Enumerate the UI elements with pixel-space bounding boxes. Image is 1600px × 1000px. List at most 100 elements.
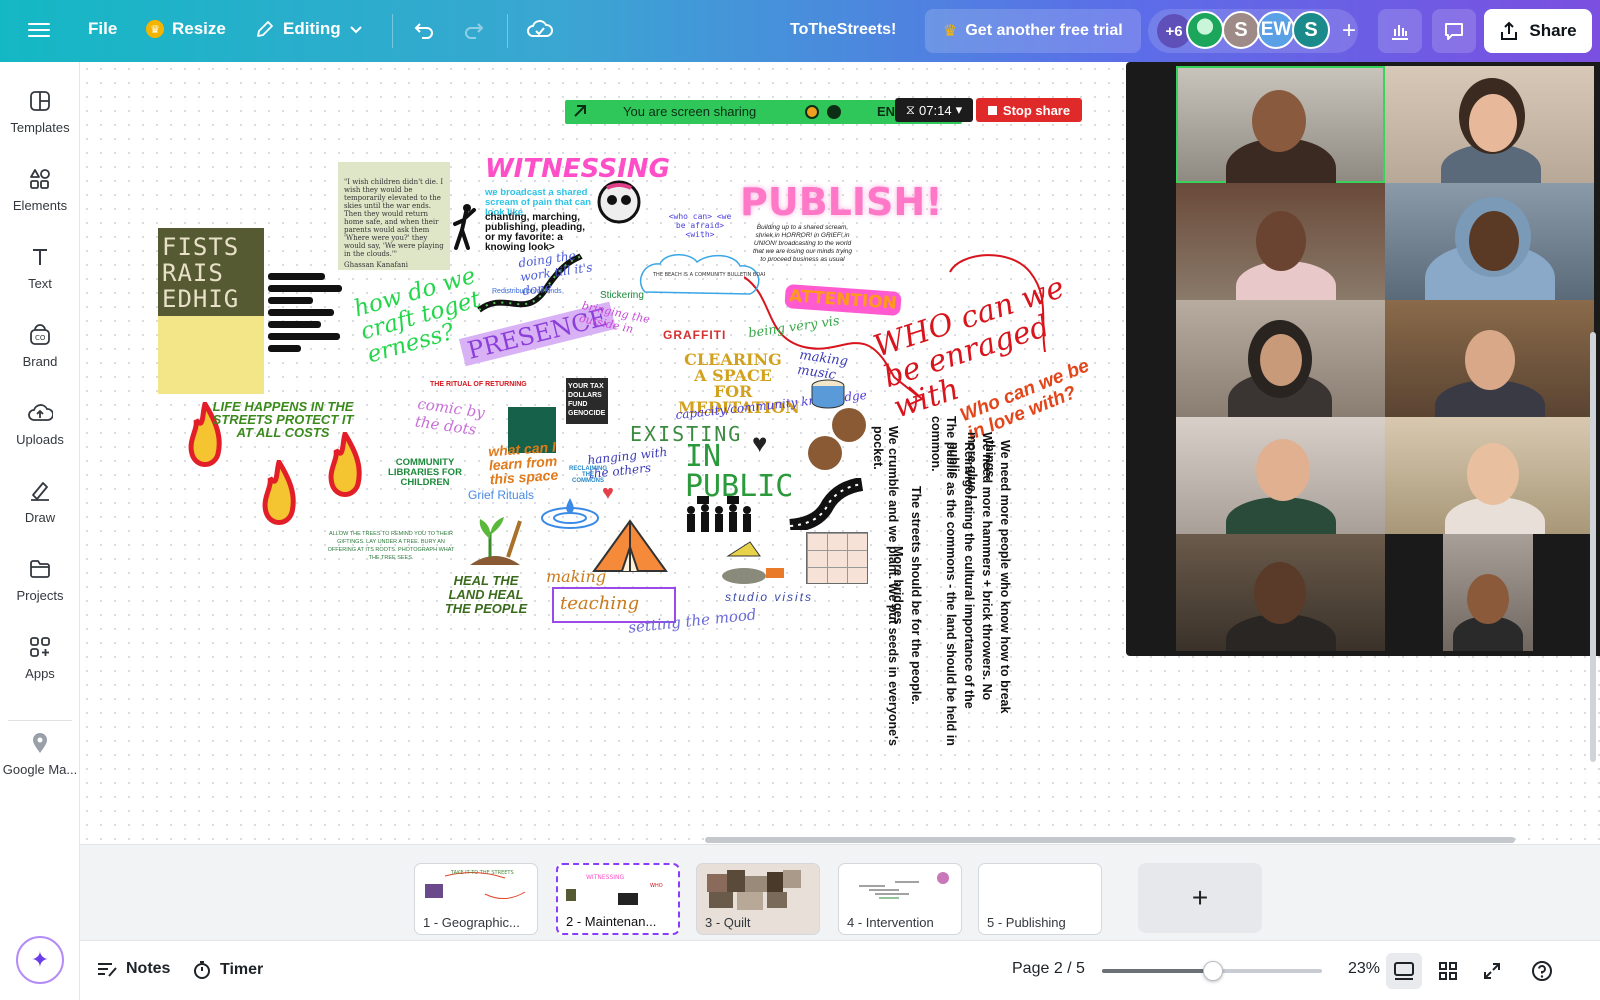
page-thumbnail[interactable]: 3 - Quilt bbox=[696, 863, 820, 935]
video-tile[interactable] bbox=[1176, 66, 1385, 183]
page-thumbnail[interactable]: 4 - Intervention bbox=[838, 863, 962, 935]
quote-author: Ghassan Kanafani bbox=[344, 261, 408, 269]
sidebar-item-label: Uploads bbox=[16, 432, 64, 447]
comments-button[interactable] bbox=[1432, 9, 1476, 53]
participant-face bbox=[1256, 211, 1306, 271]
vertical-text-column[interactable]: More bridges bbox=[890, 546, 905, 666]
page-thumbnail[interactable]: 5 - Publishing bbox=[978, 863, 1102, 935]
ritual-text[interactable]: THE RITUAL OF RETURNING bbox=[430, 381, 527, 388]
making-text[interactable]: making bbox=[546, 567, 606, 586]
file-menu-button[interactable]: File bbox=[88, 19, 117, 39]
video-call-panel[interactable] bbox=[1126, 62, 1600, 656]
community-libraries-text[interactable]: COMMUNITY LIBRARIES FOR CHILDREN bbox=[370, 458, 480, 488]
page-thumbnail[interactable]: WITNESSING WHO 2 - Maintenan... bbox=[556, 863, 680, 935]
video-tile[interactable] bbox=[1385, 66, 1594, 183]
share-timer[interactable]: ⧖ 07:14 ▾ bbox=[895, 98, 973, 122]
video-tile[interactable] bbox=[1176, 534, 1385, 651]
avatar[interactable]: S bbox=[1222, 11, 1260, 49]
video-tile[interactable] bbox=[1176, 300, 1385, 417]
zoom-slider-handle[interactable] bbox=[1202, 961, 1223, 981]
video-tile[interactable] bbox=[1443, 534, 1533, 651]
vertical-text-column[interactable]: The streets should be for the people. bbox=[908, 486, 923, 726]
share-button[interactable]: Share bbox=[1484, 9, 1592, 53]
redistribution-text[interactable]: Redistribution of funds bbox=[492, 288, 562, 295]
sidebar-item-label: Apps bbox=[25, 666, 55, 681]
stop-share-button[interactable]: Stop share bbox=[976, 98, 1082, 122]
sidebar-item-draw[interactable]: Draw bbox=[0, 478, 80, 525]
editing-mode-button[interactable]: Editing bbox=[255, 19, 363, 39]
fullscreen-button[interactable] bbox=[1474, 953, 1510, 989]
heal-the-land-text[interactable]: HEAL THE LAND HEAL THE PEOPLE bbox=[436, 574, 536, 616]
avatar[interactable]: S bbox=[1292, 11, 1330, 49]
sidebar-item-text[interactable]: Text bbox=[0, 244, 80, 291]
sidebar-item-uploads[interactable]: Uploads bbox=[0, 400, 80, 447]
timer-button[interactable]: Timer bbox=[192, 960, 263, 980]
magic-sparkle-icon[interactable]: ✦ bbox=[16, 936, 64, 984]
quote-card[interactable]: "I wish children didn't die. I wish they… bbox=[338, 162, 450, 270]
help-icon bbox=[1532, 961, 1552, 981]
horizontal-scrollbar[interactable] bbox=[705, 837, 1515, 843]
canvas-area[interactable]: FISTS RAIS EDHIG "I wish children didn't… bbox=[80, 62, 1600, 844]
add-collaborator-icon[interactable]: + bbox=[1334, 16, 1364, 46]
participant-face bbox=[1467, 443, 1519, 505]
undo-icon[interactable] bbox=[412, 18, 436, 48]
help-button[interactable] bbox=[1524, 953, 1560, 989]
notes-button[interactable]: Notes bbox=[96, 960, 170, 978]
shield-icon[interactable] bbox=[827, 105, 841, 119]
templates-icon bbox=[27, 88, 53, 114]
sidebar-item-projects[interactable]: Projects bbox=[0, 556, 80, 603]
what-can-learn-text[interactable]: what can I learn from this space bbox=[477, 439, 570, 488]
studio-visits-text[interactable]: studio visits bbox=[725, 590, 813, 604]
vertical-scrollbar[interactable] bbox=[1590, 332, 1596, 762]
grief-rituals-text[interactable]: Grief Rituals bbox=[468, 488, 534, 502]
tax-dollars-sticker[interactable]: YOUR TAX DOLLARS FUND GENOCIDE bbox=[566, 378, 608, 424]
page-indicator[interactable]: Page 2 / 5 bbox=[1012, 960, 1085, 978]
video-tile[interactable] bbox=[1176, 417, 1385, 534]
redacted-text-image[interactable] bbox=[268, 268, 350, 372]
pages-strip: TAKE IT TO THE STREETS 1 - Geographic...… bbox=[80, 844, 1600, 940]
fists-poster-image[interactable]: FISTS RAIS EDHIG bbox=[158, 228, 264, 394]
language-indicator[interactable]: EN bbox=[877, 104, 895, 119]
witnessing-title[interactable]: WITNESSING bbox=[485, 154, 670, 184]
menu-icon[interactable] bbox=[28, 19, 50, 41]
cloud-saved-icon[interactable] bbox=[526, 17, 556, 43]
redo-icon[interactable] bbox=[462, 18, 486, 48]
resize-button[interactable]: ♛ Resize bbox=[146, 19, 226, 39]
grid-layout-button[interactable] bbox=[1430, 953, 1466, 989]
sidebar-item-apps[interactable]: Apps bbox=[0, 634, 80, 681]
comic-dots-text[interactable]: comic by the dots bbox=[414, 395, 498, 442]
video-tile[interactable] bbox=[1385, 417, 1594, 534]
avatar[interactable] bbox=[1186, 11, 1224, 49]
thumbnail-view-icon bbox=[1394, 962, 1414, 980]
sidebar-item-label: Google Ma... bbox=[2, 762, 78, 777]
graffiti-text[interactable]: GRAFFITI bbox=[663, 328, 726, 342]
in-public-text[interactable]: IN PUBLIC bbox=[685, 442, 795, 502]
life-happens-text[interactable]: LIFE HAPPENS IN THE STREETS PROTECT IT A… bbox=[208, 400, 358, 439]
document-title[interactable]: ToTheStreets! bbox=[790, 21, 896, 39]
insights-button[interactable] bbox=[1378, 9, 1422, 53]
sidebar-item-templates[interactable]: Templates bbox=[0, 88, 80, 135]
fists-text: FISTS RAIS EDHIG bbox=[158, 228, 264, 316]
vertical-text-column[interactable]: We need more people who know how to brea… bbox=[982, 440, 1012, 740]
recording-icon[interactable] bbox=[805, 105, 819, 119]
sidebar-item-elements[interactable]: Elements bbox=[0, 166, 80, 213]
publish-title[interactable]: PUBLISH! bbox=[740, 180, 943, 224]
video-tile[interactable] bbox=[1176, 183, 1385, 300]
grid-view-button[interactable] bbox=[1386, 953, 1422, 989]
zoom-slider[interactable] bbox=[1102, 961, 1322, 981]
sidebar-item-google-maps[interactable]: Google Ma... bbox=[0, 730, 80, 777]
free-trial-button[interactable]: ♛ Get another free trial bbox=[925, 9, 1141, 53]
timer-value: 07:14 bbox=[919, 102, 952, 118]
video-tile[interactable] bbox=[1385, 300, 1594, 417]
avatar[interactable]: EW bbox=[1257, 11, 1295, 49]
video-tile[interactable] bbox=[1385, 183, 1594, 300]
sidebar-item-brand[interactable]: CO Brand bbox=[0, 322, 80, 369]
zoom-level[interactable]: 23% bbox=[1348, 960, 1380, 978]
who-can-afraid-text[interactable]: <who can> <we be afraid> <with> bbox=[665, 212, 735, 239]
svg-text:THE BEACH IS A COMMUNITY BULLE: THE BEACH IS A COMMUNITY BULLETIN BOARD bbox=[652, 272, 765, 278]
thumbnail-preview bbox=[859, 872, 949, 899]
allow-trees-text[interactable]: ALLOW THE TREES TO REMIND YOU TO THEIR G… bbox=[326, 530, 456, 562]
add-page-button[interactable]: + bbox=[1138, 863, 1262, 933]
crown-icon: ♛ bbox=[943, 23, 958, 40]
page-thumbnail[interactable]: TAKE IT TO THE STREETS 1 - Geographic... bbox=[414, 863, 538, 935]
